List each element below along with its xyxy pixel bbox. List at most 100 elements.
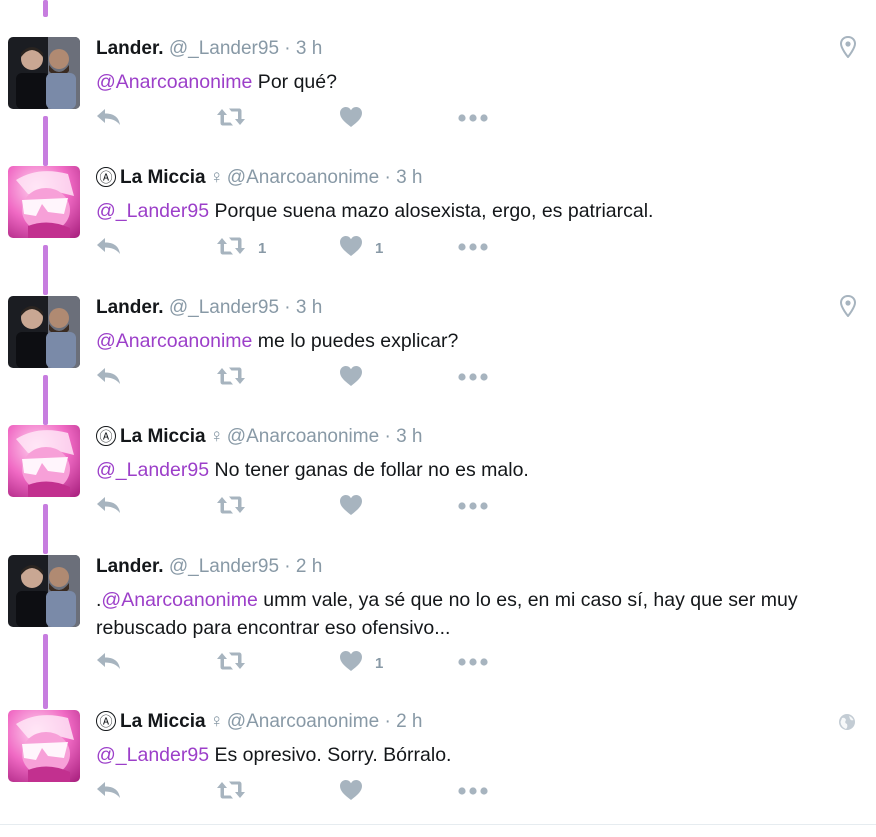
retweet-button[interactable] bbox=[216, 365, 258, 391]
mention-link[interactable]: @Anarcoanonime bbox=[96, 330, 252, 352]
tweet-text: @Anarcoanonime me lo puedes explicar? bbox=[96, 327, 866, 355]
tweet-text: .@Anarcoanonime umm vale, ya sé que no l… bbox=[96, 586, 866, 642]
author-name[interactable]: La Miccia bbox=[120, 426, 206, 447]
author-name[interactable]: Lander. bbox=[96, 297, 164, 318]
more-button[interactable] bbox=[457, 494, 489, 520]
like-button[interactable]: 1 bbox=[339, 235, 383, 261]
timestamp[interactable]: 3 h bbox=[296, 38, 322, 59]
separator: · bbox=[279, 38, 296, 59]
separator: · bbox=[279, 297, 296, 318]
like-button[interactable] bbox=[339, 106, 375, 132]
timestamp[interactable]: 2 h bbox=[296, 556, 322, 577]
retweet-icon bbox=[216, 779, 246, 806]
reply-button[interactable] bbox=[96, 235, 122, 261]
author-name[interactable]: Lander. bbox=[96, 556, 164, 577]
thread-line bbox=[43, 634, 48, 709]
reply-button[interactable] bbox=[96, 365, 122, 391]
like-button[interactable] bbox=[339, 365, 375, 391]
reply-button[interactable] bbox=[96, 106, 122, 132]
author-handle[interactable]: @Anarcoanonime bbox=[227, 426, 379, 447]
reply-button[interactable] bbox=[96, 650, 122, 676]
timestamp[interactable]: 3 h bbox=[296, 297, 322, 318]
author-name[interactable]: La Miccia bbox=[120, 711, 206, 732]
more-icon bbox=[457, 369, 489, 387]
location-pin-icon[interactable] bbox=[839, 294, 857, 322]
retweet-button[interactable] bbox=[216, 106, 258, 132]
tweet-body: Por qué? bbox=[252, 71, 337, 93]
avatar[interactable] bbox=[8, 37, 80, 109]
heart-icon bbox=[339, 494, 363, 521]
separator: · bbox=[379, 167, 397, 188]
author-handle[interactable]: @_Lander95 bbox=[169, 297, 279, 318]
author-name[interactable]: La Miccia bbox=[120, 167, 206, 188]
thread-line bbox=[43, 0, 48, 17]
like-button[interactable] bbox=[339, 494, 375, 520]
anarchy-symbol: Ⓐ bbox=[96, 167, 116, 187]
thread-line bbox=[43, 375, 48, 425]
tweet-text: @_Lander95 Porque suena mazo alosexista,… bbox=[96, 197, 866, 225]
tweet-body: Es opresivo. Sorry. Bórralo. bbox=[209, 744, 452, 766]
more-button[interactable] bbox=[457, 235, 489, 261]
tweet-text: @Anarcoanonime Por qué? bbox=[96, 68, 866, 96]
tweet-header: Ⓐ La Miccia ♀ @Anarcoanonime · 2 h bbox=[96, 711, 422, 733]
more-button[interactable] bbox=[457, 779, 489, 805]
thread-line bbox=[43, 504, 48, 554]
more-icon bbox=[457, 239, 489, 257]
more-icon bbox=[457, 783, 489, 801]
reply-button[interactable] bbox=[96, 779, 122, 805]
retweet-icon bbox=[216, 365, 246, 392]
retweet-button[interactable] bbox=[216, 494, 258, 520]
female-symbol: ♀ bbox=[209, 426, 224, 447]
more-button[interactable] bbox=[457, 650, 489, 676]
mention-link[interactable]: @Anarcoanonime bbox=[96, 71, 252, 93]
female-symbol: ♀ bbox=[209, 167, 224, 188]
avatar[interactable] bbox=[8, 425, 80, 497]
timestamp[interactable]: 3 h bbox=[396, 167, 422, 188]
like-count: 1 bbox=[375, 239, 384, 257]
avatar[interactable] bbox=[8, 296, 80, 368]
heart-icon bbox=[339, 235, 363, 262]
author-handle[interactable]: @Anarcoanonime bbox=[227, 167, 379, 188]
tweet-header: Lander. @_Lander95 · 3 h bbox=[96, 297, 322, 319]
reply-icon bbox=[96, 651, 122, 676]
like-button[interactable] bbox=[339, 779, 375, 805]
thread-line bbox=[43, 116, 48, 166]
retweet-icon bbox=[216, 650, 246, 677]
retweet-icon bbox=[216, 235, 246, 262]
timestamp[interactable]: 3 h bbox=[396, 426, 422, 447]
heart-icon bbox=[339, 650, 363, 677]
retweet-button[interactable] bbox=[216, 650, 258, 676]
globe-icon[interactable] bbox=[838, 713, 856, 736]
avatar[interactable] bbox=[8, 166, 80, 238]
avatar[interactable] bbox=[8, 710, 80, 782]
location-pin-icon[interactable] bbox=[839, 35, 857, 63]
retweet-button[interactable]: 1 bbox=[216, 235, 266, 261]
reply-icon bbox=[96, 107, 122, 132]
mention-link[interactable]: @_Lander95 bbox=[96, 744, 209, 766]
reply-button[interactable] bbox=[96, 494, 122, 520]
heart-icon bbox=[339, 779, 363, 806]
like-button[interactable]: 1 bbox=[339, 650, 383, 676]
tweet-header: Ⓐ La Miccia ♀ @Anarcoanonime · 3 h bbox=[96, 426, 422, 448]
retweet-icon bbox=[216, 494, 246, 521]
like-count: 1 bbox=[375, 654, 384, 672]
timestamp[interactable]: 2 h bbox=[396, 711, 422, 732]
more-icon bbox=[457, 498, 489, 516]
more-button[interactable] bbox=[457, 365, 489, 391]
female-symbol: ♀ bbox=[209, 711, 224, 732]
more-button[interactable] bbox=[457, 106, 489, 132]
author-name[interactable]: Lander. bbox=[96, 38, 164, 59]
author-handle[interactable]: @_Lander95 bbox=[169, 38, 279, 59]
mention-link[interactable]: @_Lander95 bbox=[96, 200, 209, 222]
tweet-body: No tener ganas de follar no es malo. bbox=[209, 459, 529, 481]
retweet-count: 1 bbox=[258, 239, 267, 257]
retweet-button[interactable] bbox=[216, 779, 258, 805]
more-icon bbox=[457, 654, 489, 672]
avatar[interactable] bbox=[8, 555, 80, 627]
separator: · bbox=[379, 711, 397, 732]
author-handle[interactable]: @Anarcoanonime bbox=[227, 711, 379, 732]
mention-link[interactable]: @_Lander95 bbox=[96, 459, 209, 481]
mention-link[interactable]: @Anarcoanonime bbox=[101, 589, 257, 611]
author-handle[interactable]: @_Lander95 bbox=[169, 556, 279, 577]
tweet-header: Lander. @_Lander95 · 2 h bbox=[96, 556, 322, 578]
